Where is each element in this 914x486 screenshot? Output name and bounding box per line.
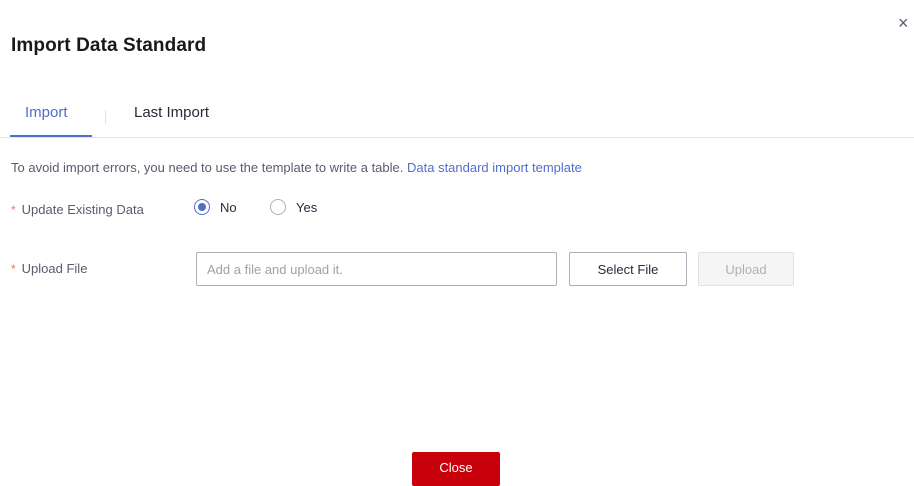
update-existing-text: Update Existing Data [21, 202, 144, 217]
tab-divider [105, 110, 106, 124]
template-link[interactable]: Data standard import template [407, 160, 582, 175]
import-dialog: × Import Data Standard Import Last Impor… [0, 0, 914, 486]
upload-button[interactable]: Upload [698, 252, 794, 286]
radio-no-circle[interactable] [194, 199, 210, 215]
import-hint: To avoid import errors, you need to use … [11, 160, 582, 175]
file-path-input[interactable] [196, 252, 557, 286]
radio-no[interactable]: No [194, 199, 237, 215]
upload-file-label: * Upload File [11, 261, 87, 276]
tab-baseline [0, 137, 914, 138]
radio-yes-label: Yes [296, 199, 318, 215]
hint-text: To avoid import errors, you need to use … [11, 160, 407, 175]
radio-yes[interactable]: Yes [270, 199, 317, 215]
tab-last-import[interactable]: Last Import [134, 104, 209, 121]
upload-file-text: Upload File [21, 261, 88, 276]
tab-import[interactable]: Import [25, 104, 68, 121]
required-mark: * [11, 203, 16, 217]
radio-yes-circle[interactable] [270, 199, 286, 215]
update-existing-label: * Update Existing Data [11, 202, 144, 217]
radio-no-label: No [220, 199, 237, 215]
select-file-button[interactable]: Select File [569, 252, 687, 286]
tab-bar: Import Last Import [0, 96, 914, 138]
required-mark: * [11, 262, 16, 276]
dialog-title: Import Data Standard [11, 35, 207, 56]
close-button[interactable]: Close [412, 452, 500, 486]
close-icon[interactable]: × [898, 14, 909, 32]
